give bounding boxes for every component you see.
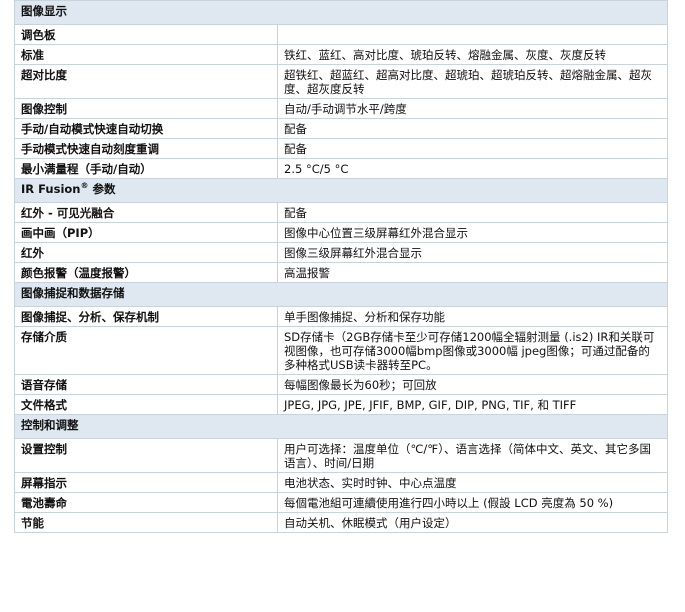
row-label: 节能	[14, 512, 278, 533]
row-value: 每個電池組可連續使用進行四小時以上 (假設 LCD 亮度為 50 %)	[277, 492, 668, 513]
row-value: 图像三级屏幕红外混合显示	[277, 242, 668, 263]
table-row: 节能 自动关机、休眠模式（用户设定）	[14, 512, 668, 533]
row-label: 画中画（PIP）	[14, 222, 278, 243]
row-label: 超对比度	[14, 64, 278, 99]
row-value: 电池状态、实时时钟、中心点温度	[277, 472, 668, 493]
row-value: 配备	[277, 202, 668, 223]
table-row: 最小满量程（手动/自动） 2.5 °C/5 °C	[14, 158, 668, 179]
row-value: JPEG, JPG, JPE, JFIF, BMP, GIF, DIP, PNG…	[277, 394, 668, 415]
row-label: 文件格式	[14, 394, 278, 415]
table-row: 设置控制 用户可选择：温度单位（℃/℉）、语言选择（简体中文、英文、其它多国语言…	[14, 438, 668, 473]
section-header-ir-fusion: IR Fusion® 参数	[14, 178, 668, 203]
row-value: 2.5 °C/5 °C	[277, 158, 668, 179]
row-value: 单手图像捕捉、分析和保存功能	[277, 306, 668, 327]
section-title: 控制和调整	[14, 414, 668, 439]
table-row: 红外 - 可见光融合 配备	[14, 202, 668, 223]
row-label: 标准	[14, 44, 278, 65]
row-value: 用户可选择：温度单位（℃/℉）、语言选择（简体中文、英文、其它多国语言）、时间/…	[277, 438, 668, 473]
row-label: 電池壽命	[14, 492, 278, 513]
section-title: 图像显示	[14, 0, 668, 25]
section-title-suffix: 参数	[88, 182, 116, 196]
row-value: 配备	[277, 118, 668, 139]
table-row: 图像捕捉、分析、保存机制 单手图像捕捉、分析和保存功能	[14, 306, 668, 327]
row-label: 红外	[14, 242, 278, 263]
table-row: 存储介质 SD存储卡（2GB存储卡至少可存储1200幅全辐射测量 (.is2) …	[14, 326, 668, 375]
row-value: 每幅图像最长为60秒；可回放	[277, 374, 668, 395]
row-label: 设置控制	[14, 438, 278, 473]
table-row: 超对比度 超铁红、超蓝红、超高对比度、超琥珀、超琥珀反转、超熔融金属、超灰度、超…	[14, 64, 668, 99]
table-row: 画中画（PIP） 图像中心位置三级屏幕红外混合显示	[14, 222, 668, 243]
table-row: 红外 图像三级屏幕红外混合显示	[14, 242, 668, 263]
row-value: 自动/手动调节水平/跨度	[277, 98, 668, 119]
row-value: 配备	[277, 138, 668, 159]
section-title: IR Fusion® 参数	[14, 178, 668, 203]
spec-table: 图像显示 调色板 标准 铁红、蓝红、高对比度、琥珀反转、熔融金属、灰度、灰度反转…	[14, 0, 668, 533]
row-label: 图像捕捉、分析、保存机制	[14, 306, 278, 327]
table-row: 屏幕指示 电池状态、实时时钟、中心点温度	[14, 472, 668, 493]
row-value: 自动关机、休眠模式（用户设定）	[277, 512, 668, 533]
row-label: 最小满量程（手动/自动）	[14, 158, 278, 179]
row-value: 铁红、蓝红、高对比度、琥珀反转、熔融金属、灰度、灰度反转	[277, 44, 668, 65]
row-label: 手动模式快速自动刻度重调	[14, 138, 278, 159]
table-row: 電池壽命 每個電池組可連續使用進行四小時以上 (假設 LCD 亮度為 50 %)	[14, 492, 668, 513]
row-label: 手动/自动模式快速自动切换	[14, 118, 278, 139]
spec-sheet: 图像显示 调色板 标准 铁红、蓝红、高对比度、琥珀反转、熔融金属、灰度、灰度反转…	[14, 0, 668, 533]
row-label: 存储介质	[14, 326, 278, 375]
row-value: 图像中心位置三级屏幕红外混合显示	[277, 222, 668, 243]
table-row: 文件格式 JPEG, JPG, JPE, JFIF, BMP, GIF, DIP…	[14, 394, 668, 415]
section-title: 图像捕捉和数据存储	[14, 282, 668, 307]
table-row: 手动/自动模式快速自动切换 配备	[14, 118, 668, 139]
row-value: SD存储卡（2GB存储卡至少可存储1200幅全辐射测量 (.is2) IR和关联…	[277, 326, 668, 375]
table-row: 标准 铁红、蓝红、高对比度、琥珀反转、熔融金属、灰度、灰度反转	[14, 44, 668, 65]
row-label: 语音存储	[14, 374, 278, 395]
row-label: 颜色报警（温度报警）	[14, 262, 278, 283]
table-row: 调色板	[14, 24, 668, 45]
row-label: 屏幕指示	[14, 472, 278, 493]
section-header-image-display: 图像显示	[14, 0, 668, 25]
table-row: 语音存储 每幅图像最长为60秒；可回放	[14, 374, 668, 395]
section-title-text: IR Fusion	[21, 182, 81, 196]
section-header-capture-storage: 图像捕捉和数据存储	[14, 282, 668, 307]
table-row: 图像控制 自动/手动调节水平/跨度	[14, 98, 668, 119]
row-label: 红外 - 可见光融合	[14, 202, 278, 223]
row-value: 超铁红、超蓝红、超高对比度、超琥珀、超琥珀反转、超熔融金属、超灰度、超灰度反转	[277, 64, 668, 99]
row-label: 图像控制	[14, 98, 278, 119]
section-header-control-adjust: 控制和调整	[14, 414, 668, 439]
row-value	[277, 24, 668, 45]
row-value: 高温报警	[277, 262, 668, 283]
row-label: 调色板	[14, 24, 278, 45]
table-row: 颜色报警（温度报警） 高温报警	[14, 262, 668, 283]
table-row: 手动模式快速自动刻度重调 配备	[14, 138, 668, 159]
